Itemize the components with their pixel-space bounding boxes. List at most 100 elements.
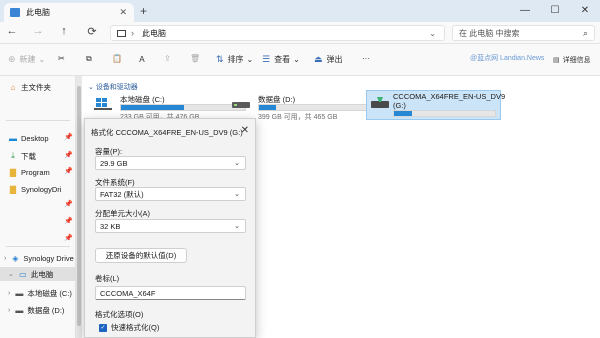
format-dialog: 格式化 CCCOMA_X64FRE_EN-US_DV9 (G:) ✕ 容量(P)… [84,118,256,338]
divider [6,246,70,247]
minimize-button[interactable]: — [510,0,540,22]
volume-label-input[interactable]: CCCOMA_X64F [95,286,246,300]
sort-label: 排序 [227,55,244,64]
tab-this-pc[interactable]: 此电脑 ✕ [4,3,134,22]
sidebar-item-drive-c[interactable]: › ▬ 本地磁盘 (C:) [8,286,72,300]
more-options-button[interactable]: ··· [362,54,370,63]
this-pc-icon [10,8,20,17]
allocation-select[interactable]: 32 KB ⌄ [95,219,246,233]
drive-letter: (G:) [393,101,406,110]
chevron-down-icon: ⌄ [246,55,254,64]
view-button[interactable]: ☰ 查看 ⌄ [262,54,300,65]
dialog-title: 格式化 CCCOMA_X64FRE_EN-US_DV9 (G:) [91,128,243,137]
drive-tile-d[interactable]: 数据盘 (D:) 399 GB 可用，共 465 GB [232,92,384,121]
divider [6,120,70,121]
up-button[interactable]: ↑ [56,25,72,37]
delete-icon[interactable]: 🗑 [190,54,200,63]
chevron-right-icon: › [4,254,7,262]
tab-close-icon[interactable]: ✕ [119,7,127,18]
close-icon[interactable]: ✕ [241,125,249,136]
folder-icon: ▇ [9,167,17,177]
drive-icon [232,102,250,108]
tab-label: 此电脑 [26,8,50,17]
pin-icon[interactable]: 📌 [64,151,73,159]
title-bar: 此电脑 ✕ + — ☐ ✕ [0,0,600,22]
sidebar-item-synologydrive-folder[interactable]: ▇ SynologyDri [8,182,62,196]
details-label: 详细信息 [562,57,591,64]
cut-icon[interactable]: ✂ [58,54,65,63]
synology-drive-icon: ◈ [12,253,19,263]
download-icon: ⤓ [11,151,15,160]
chevron-right-icon: › [8,289,11,297]
scrollbar-thumb[interactable] [77,86,81,326]
restore-defaults-button[interactable]: 还原设备的默认值(D) [95,248,187,263]
sidebar-item-label: 数据盘 (D:) [27,305,65,315]
refresh-button[interactable]: ⟳ [84,25,100,38]
sidebar-item-label: 本地磁盘 (C:) [27,288,72,298]
computer-icon [117,29,126,37]
drive-tile-g[interactable]: CCCOMA_X64FRE_EN-US_DV9 (G:) [366,90,505,120]
sidebar-item-label: Program [21,167,50,177]
sort-button[interactable]: ⇅ 排序 ⌄ [216,54,253,65]
rename-icon[interactable]: Ａ [138,54,146,65]
search-input[interactable]: 在 此电脑 中搜索 ⌕ [452,25,595,41]
sidebar-item-label: SynologyDri [21,184,62,194]
sidebar-item-this-pc[interactable]: ⌄ ▭ 此电脑 [0,267,76,281]
copy-icon[interactable]: ⧉ [86,54,92,64]
sidebar-item-label: Synology Drive [23,253,74,263]
sidebar-item-program[interactable]: ▇ Program [8,165,50,179]
section-header[interactable]: ⌄ 设备和驱动器 [88,82,138,92]
sidebar-item-home[interactable]: ⌂ 主文件夹 [8,80,51,94]
paste-icon[interactable]: 📋 [112,54,122,63]
back-button[interactable]: ← [4,25,20,37]
sidebar-item-label: 下载 [21,151,36,161]
filesystem-select[interactable]: FAT32 (默认) ⌄ [95,187,246,201]
usage-bar [120,104,246,111]
pin-icon[interactable]: 📌 [64,133,73,141]
details-pane-icon: ▤ [553,57,560,64]
chevron-down-icon[interactable]: ⌄ [429,29,436,38]
share-icon[interactable]: ⇪ [164,54,171,63]
pin-icon[interactable]: 📌 [64,200,73,208]
watermark-text: @蓝点网 Landian.News [470,55,545,62]
quick-format-checkbox[interactable]: ✓ 快速格式化(Q) [99,322,159,333]
pin-icon[interactable]: 📌 [64,217,73,225]
drive-tile-c[interactable]: 本地磁盘 (C:) 233 GB 可用，共 476 GB [94,92,246,121]
chevron-down-icon: ⌄ [234,160,240,167]
maximize-button[interactable]: ☐ [540,0,570,22]
usage-bar [393,110,496,117]
sidebar-item-drive-d[interactable]: › ▬ 数据盘 (D:) [8,303,64,317]
desktop-icon: ▬ [9,133,17,143]
volume-label-value: CCCOMA_X64F [100,288,156,298]
address-bar[interactable]: › 此电脑 ⌄ [110,25,445,41]
view-icon: ☰ [262,54,271,64]
sidebar-item-downloads[interactable]: ⤓ 下载 [8,149,36,163]
sidebar-item-label: Desktop [21,133,49,143]
forward-button[interactable]: → [30,25,46,37]
sidebar-item-desktop[interactable]: ▬ Desktop [8,131,49,145]
capacity-select[interactable]: 29.9 GB ⌄ [95,156,246,170]
new-tab-button[interactable]: + [140,4,147,18]
volume-label-label: 卷标(L) [95,274,120,283]
close-button[interactable]: ✕ [570,0,600,22]
eject-label: 弹出 [326,55,343,64]
usb-drive-icon [371,97,389,108]
pin-icon[interactable]: 📌 [64,167,73,175]
home-icon: ⌂ [10,82,16,92]
new-button[interactable]: ⊕ 新建 ⌄ [8,54,45,65]
eject-button[interactable]: ⏏ 弹出 [314,54,343,65]
chevron-down-icon: ⌄ [88,84,96,91]
quick-format-label: 快速格式化(Q) [111,323,160,332]
search-placeholder: 在 此电脑 中搜索 [459,28,520,38]
details-button[interactable]: ▤ 详细信息 [553,55,591,65]
sidebar-item-label: 主文件夹 [21,82,51,92]
navigation-pane: ⌂ 主文件夹 ▬ Desktop 📌 ⤓ 下载 📌 ▇ Program 📌 ▇ … [0,76,76,338]
sidebar-item-synology-drive[interactable]: › ◈ Synology Drive [4,251,74,265]
drive-icon: ▬ [15,288,24,298]
usage-fill [259,105,277,110]
chevron-right-icon: › [8,306,11,314]
window-controls: — ☐ ✕ [510,0,600,22]
format-options-label: 格式化选项(O) [95,310,144,319]
pin-icon[interactable]: 📌 [64,234,73,242]
capacity-value: 29.9 GB [100,158,128,168]
